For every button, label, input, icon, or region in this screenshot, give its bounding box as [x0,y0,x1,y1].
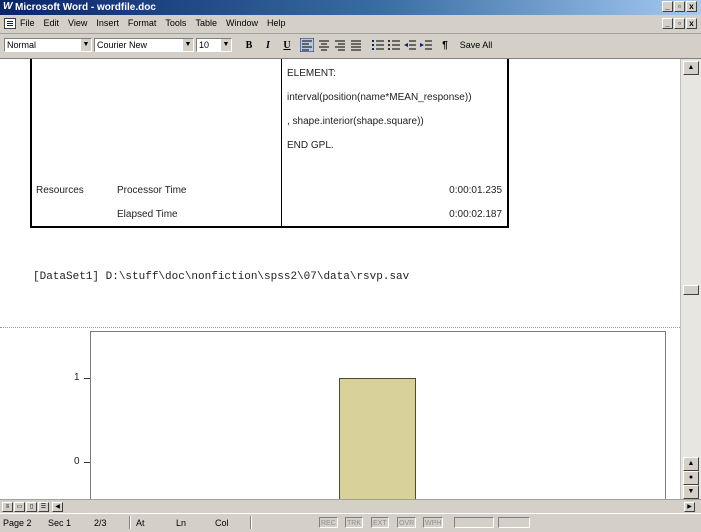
vertical-scrollbar[interactable]: ▲ ▲ ● ▼ [680,59,701,499]
italic-button[interactable]: I [262,38,274,53]
menu-format[interactable]: Format [128,18,157,28]
bold-button[interactable]: B [243,38,255,53]
style-value: Normal [7,40,37,50]
record-macro-indicator[interactable]: REC [319,517,338,528]
bullet-list-icon[interactable] [388,39,400,51]
normal-view-icon[interactable]: ≡ [2,502,13,512]
menu-bar: File Edit View Insert Format Tools Table… [0,15,701,34]
scroll-left-icon[interactable]: ◀ [52,502,63,512]
table-border-bottom [30,226,509,228]
page-break [0,327,680,328]
font-size-select[interactable]: 10 ▼ [196,38,232,52]
status-spelling-box [454,517,494,528]
restore-icon[interactable]: ▫ [674,1,685,12]
status-page: Page 2 [3,518,32,528]
menu-file[interactable]: File [20,18,35,28]
resources-label: Resources [36,185,84,196]
menu-table[interactable]: Table [195,18,217,28]
processor-time-label: Processor Time [117,185,187,196]
menu-view[interactable]: View [68,18,87,28]
title-bar: W Microsoft Word - wordfile.doc _ ▫ x [0,0,701,15]
formatting-toolbar: Normal ▼ Courier New ▼ 10 ▼ B I U ¶ Save… [0,34,701,59]
document-window-controls: _ ▫ x [662,18,697,30]
decrease-indent-icon[interactable] [404,39,416,51]
doc-close-icon[interactable]: x [686,18,697,29]
window-controls: _ ▫ x [662,1,697,13]
status-separator [250,516,252,529]
table-divider [281,59,282,228]
y-axis-tick [84,378,90,379]
table-border-left [30,59,32,228]
y-axis-tick-label: 1 [74,372,80,383]
justify-icon[interactable] [350,39,362,51]
scroll-down-icon[interactable]: ▼ [683,485,699,499]
y-axis-tick [84,462,90,463]
web-layout-icon[interactable]: ▭ [14,502,25,512]
horizontal-scrollbar[interactable]: ≡ ▭ ▯ ☰ ◀ ▶ [0,499,701,514]
save-all-button[interactable]: Save All [456,38,496,53]
document-icon[interactable] [4,18,16,29]
minimize-icon[interactable]: _ [662,1,673,12]
menu-window[interactable]: Window [226,18,258,28]
align-center-icon[interactable] [318,39,330,51]
elapsed-time-value: 0:00:02.187 [449,209,502,220]
gpl-line: END GPL. [287,140,334,151]
scroll-up-icon[interactable]: ▲ [683,61,699,75]
gpl-line: ELEMENT: [287,68,336,79]
status-line: Ln [176,518,187,528]
menu-help[interactable]: Help [267,18,286,28]
scroll-thumb[interactable] [683,285,699,295]
status-language-box [498,517,530,528]
underline-button[interactable]: U [281,38,293,53]
status-section: Sec 1 [48,518,72,528]
table-border-right [507,59,509,228]
font-select[interactable]: Courier New ▼ [94,38,194,52]
select-browse-object-icon[interactable]: ● [683,471,699,485]
y-axis-tick-label: 0 [74,456,80,467]
status-pages: 2/3 [94,518,107,528]
show-hide-formatting-button[interactable]: ¶ [439,38,451,53]
font-value: Courier New [97,40,148,50]
chevron-down-icon[interactable]: ▼ [81,39,91,51]
document-area[interactable]: ELEMENT: interval(position(name*MEAN_res… [0,59,680,499]
align-left-icon[interactable] [300,38,314,52]
menu-insert[interactable]: Insert [96,18,119,28]
window-title: Microsoft Word - wordfile.doc [15,2,156,13]
wordperfect-help-indicator[interactable]: WPH [423,517,444,528]
doc-minimize-icon[interactable]: _ [662,18,673,29]
menu-tools[interactable]: Tools [165,18,186,28]
outline-view-icon[interactable]: ☰ [38,502,49,512]
processor-time-value: 0:00:01.235 [449,185,502,196]
close-icon[interactable]: x [686,1,697,12]
gpl-line: interval(position(name*MEAN_response)) [287,92,472,103]
status-separator [129,516,131,529]
menu-edit[interactable]: Edit [44,18,60,28]
style-select[interactable]: Normal ▼ [4,38,92,52]
doc-restore-icon[interactable]: ▫ [674,18,685,29]
status-bar: Page 2 Sec 1 2/3 At Ln Col REC TRK EXT O… [0,513,701,532]
status-at: At [136,518,145,528]
font-size-value: 10 [199,40,210,50]
overtype-indicator[interactable]: OVR [397,517,417,528]
dataset-line: [DataSet1] D:\stuff\doc\nonfiction\spss2… [33,271,410,283]
chevron-down-icon[interactable]: ▼ [221,39,231,51]
elapsed-time-label: Elapsed Time [117,209,178,220]
numbered-list-icon[interactable] [372,39,384,51]
align-right-icon[interactable] [334,39,346,51]
gpl-line: , shape.interior(shape.square)) [287,116,424,127]
print-layout-icon[interactable]: ▯ [26,502,37,512]
previous-page-icon[interactable]: ▲ [683,457,699,471]
chevron-down-icon[interactable]: ▼ [183,39,193,51]
extend-selection-indicator[interactable]: EXT [371,517,389,528]
increase-indent-icon[interactable] [420,39,432,51]
word-w-icon: W [3,1,13,12]
track-changes-indicator[interactable]: TRK [345,517,363,528]
scroll-right-icon[interactable]: ▶ [684,502,695,512]
status-column: Col [215,518,229,528]
chart-bar [339,378,416,499]
